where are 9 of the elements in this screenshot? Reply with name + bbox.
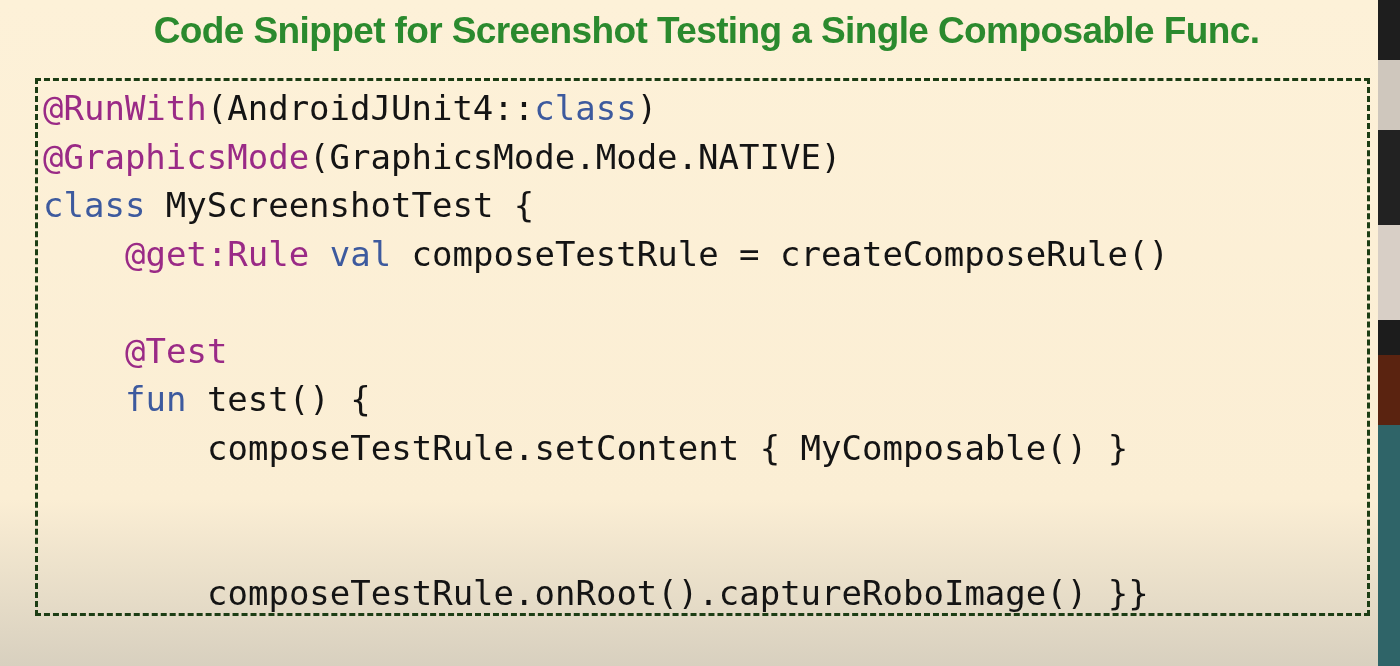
- code-line: composeTestRule.setContent { MyComposable() }: [207, 426, 1129, 470]
- code-line: @get:Rule val composeTestRule = createComposeRule(): [125, 232, 1169, 276]
- code-line: fun test() {: [125, 378, 371, 421]
- code-line: composeTestRule.onRoot().captureRoboImage() }}: [207, 572, 1149, 615]
- code-line: @Test: [125, 329, 228, 373]
- code-line: @RunWith(AndroidJUnit4::class): [43, 87, 658, 130]
- code-line: class MyScreenshotTest {: [43, 184, 535, 227]
- code-line: @GraphicsMode(GraphicsMode.Mode.NATIVE): [43, 135, 842, 179]
- slide-title: Code Snippet for Screenshot Testing a Single Composable Func.: [152, 9, 1261, 53]
